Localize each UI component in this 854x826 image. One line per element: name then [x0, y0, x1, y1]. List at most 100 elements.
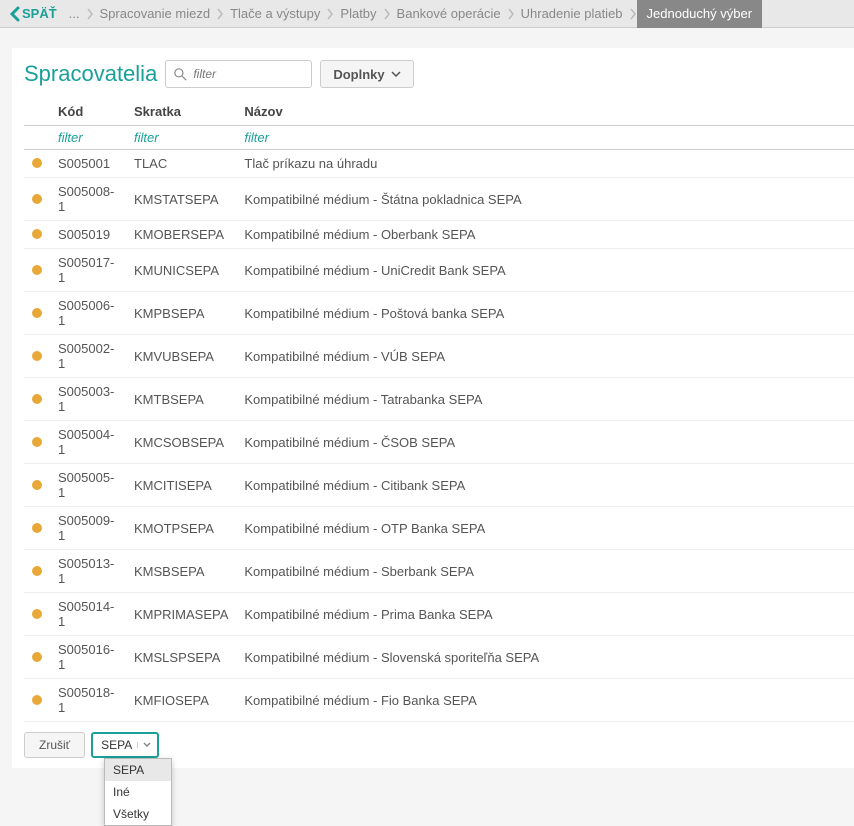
status-dot-icon: [32, 695, 42, 705]
cell-nazov: Kompatibilné médium - Prima Banka SEPA: [236, 593, 854, 636]
dropdown-option-ine[interactable]: Iné: [105, 781, 171, 803]
back-button[interactable]: SPÄŤ: [4, 6, 63, 22]
chevron-right-icon: [86, 8, 94, 20]
back-label: SPÄŤ: [22, 6, 57, 21]
search-input[interactable]: [193, 67, 303, 81]
filter-select-value: SEPA: [101, 738, 137, 752]
cell-skratka: KMOTPSEPA: [126, 507, 236, 550]
cell-nazov: Kompatibilné médium - Oberbank SEPA: [236, 221, 854, 249]
cell-skratka: KMCITISEPA: [126, 464, 236, 507]
cell-kod: S005019: [50, 221, 126, 249]
cell-nazov: Kompatibilné médium - ČSOB SEPA: [236, 421, 854, 464]
chevron-right-icon: [507, 8, 515, 20]
status-dot-icon: [32, 437, 42, 447]
breadcrumb-item-jednoduchy[interactable]: Jednoduchý výber: [641, 6, 759, 21]
col-skratka[interactable]: Skratka: [126, 98, 236, 126]
table-row[interactable]: S005002-1KMVUBSEPAKompatibilné médium - …: [24, 335, 854, 378]
breadcrumb-item-spracovanie[interactable]: Spracovanie miezd: [94, 6, 217, 21]
cell-nazov: Kompatibilné médium - Fio Banka SEPA: [236, 679, 854, 722]
col-kod[interactable]: Kód: [50, 98, 126, 126]
status-dot-cell: [24, 550, 50, 593]
doplnky-label: Doplnky: [333, 67, 384, 82]
cell-kod: S005006-1: [50, 292, 126, 335]
table-row[interactable]: S005004-1KMCSOBSEPAKompatibilné médium -…: [24, 421, 854, 464]
status-dot-cell: [24, 292, 50, 335]
dropdown-option-vsetky[interactable]: Všetky: [105, 803, 171, 825]
filter-skratka[interactable]: filter: [126, 126, 236, 150]
filter-kod[interactable]: filter: [50, 126, 126, 150]
table-row[interactable]: S005016-1KMSLSPSEPAKompatibilné médium -…: [24, 636, 854, 679]
content-area: Spracovatelia Doplnky Kód Skratka Názov …: [12, 48, 854, 768]
cell-kod: S005001: [50, 150, 126, 178]
status-dot-cell: [24, 150, 50, 178]
header-row: Kód Skratka Názov: [24, 98, 854, 126]
table-row[interactable]: S005005-1KMCITISEPAKompatibilné médium -…: [24, 464, 854, 507]
cell-nazov: Kompatibilné médium - VÚB SEPA: [236, 335, 854, 378]
table-row[interactable]: S005009-1KMOTPSEPAKompatibilné médium - …: [24, 507, 854, 550]
status-dot-cell: [24, 421, 50, 464]
cell-skratka: KMSTATSEPA: [126, 178, 236, 221]
cell-nazov: Kompatibilné médium - Poštová banka SEPA: [236, 292, 854, 335]
table-row[interactable]: S005003-1KMTBSEPAKompatibilné médium - T…: [24, 378, 854, 421]
cell-kod: S005002-1: [50, 335, 126, 378]
chevron-right-icon: [383, 8, 391, 20]
table-row[interactable]: S005018-1KMFIOSEPAKompatibilné médium - …: [24, 679, 854, 722]
filter-nazov[interactable]: filter: [236, 126, 854, 150]
table-row[interactable]: S005019KMOBERSEPAKompatibilné médium - O…: [24, 221, 854, 249]
cell-skratka: KMTBSEPA: [126, 378, 236, 421]
breadcrumb-item-tlace[interactable]: Tlače a výstupy: [224, 6, 326, 21]
status-dot-icon: [32, 351, 42, 361]
cell-nazov: Kompatibilné médium - Tatrabanka SEPA: [236, 378, 854, 421]
cell-skratka: KMFIOSEPA: [126, 679, 236, 722]
status-dot-cell: [24, 178, 50, 221]
table-row[interactable]: S005013-1KMSBSEPAKompatibilné médium - S…: [24, 550, 854, 593]
cell-kod: S005008-1: [50, 178, 126, 221]
status-dot-cell: [24, 378, 50, 421]
table-row[interactable]: S005001TLACTlač príkazu na úhradu: [24, 150, 854, 178]
search-wrap: [165, 60, 312, 88]
breadcrumb-item-bankove[interactable]: Bankové operácie: [391, 6, 507, 21]
search-icon: [174, 68, 187, 81]
status-dot-cell: [24, 507, 50, 550]
cell-kod: S005003-1: [50, 378, 126, 421]
status-dot-icon: [32, 523, 42, 533]
cell-nazov: Kompatibilné médium - Štátna pokladnica …: [236, 178, 854, 221]
cell-nazov: Kompatibilné médium - Sberbank SEPA: [236, 550, 854, 593]
table-row[interactable]: S005006-1KMPBSEPAKompatibilné médium - P…: [24, 292, 854, 335]
cell-kod: S005013-1: [50, 550, 126, 593]
status-dot-icon: [32, 480, 42, 490]
cell-kod: S005004-1: [50, 421, 126, 464]
breadcrumb-item-uhradenie[interactable]: Uhradenie platieb: [515, 6, 629, 21]
status-dot-icon: [32, 194, 42, 204]
status-dot-icon: [32, 652, 42, 662]
cell-kod: S005016-1: [50, 636, 126, 679]
cancel-button[interactable]: Zrušiť: [24, 732, 85, 758]
cell-kod: S005005-1: [50, 464, 126, 507]
cell-skratka: KMSLSPSEPA: [126, 636, 236, 679]
cell-skratka: KMVUBSEPA: [126, 335, 236, 378]
status-dot-cell: [24, 464, 50, 507]
doplnky-button[interactable]: Doplnky: [320, 60, 413, 88]
status-dot-icon: [32, 158, 42, 168]
status-dot-cell: [24, 221, 50, 249]
data-table: Kód Skratka Názov filter filter filter S…: [24, 98, 854, 722]
breadcrumb: SPÄŤ ... Spracovanie miezd Tlače a výstu…: [0, 0, 854, 28]
col-nazov[interactable]: Názov: [236, 98, 854, 126]
filter-select[interactable]: SEPA: [91, 732, 159, 758]
table-row[interactable]: S005014-1KMPRIMASEPAKompatibilné médium …: [24, 593, 854, 636]
table-row[interactable]: S005017-1KMUNICSEPAKompatibilné médium -…: [24, 249, 854, 292]
breadcrumb-ellipsis[interactable]: ...: [63, 6, 86, 21]
breadcrumb-item-platby[interactable]: Platby: [334, 6, 382, 21]
chevron-left-icon: [10, 6, 20, 22]
table-row[interactable]: S005008-1KMSTATSEPAKompatibilné médium -…: [24, 178, 854, 221]
status-dot-cell: [24, 679, 50, 722]
caret-down-icon: [143, 742, 151, 748]
breadcrumb-items: ... Spracovanie miezd Tlače a výstupy Pl…: [63, 0, 850, 28]
cell-skratka: KMOBERSEPA: [126, 221, 236, 249]
filter-row: filter filter filter: [24, 126, 854, 150]
footer-actions: Zrušiť SEPA SEPA Iné Všetky: [24, 722, 854, 768]
dropdown-option-sepa[interactable]: SEPA: [105, 759, 171, 781]
cell-skratka: KMUNICSEPA: [126, 249, 236, 292]
status-dot-icon: [32, 609, 42, 619]
dropdown-menu: SEPA Iné Všetky: [104, 758, 172, 826]
